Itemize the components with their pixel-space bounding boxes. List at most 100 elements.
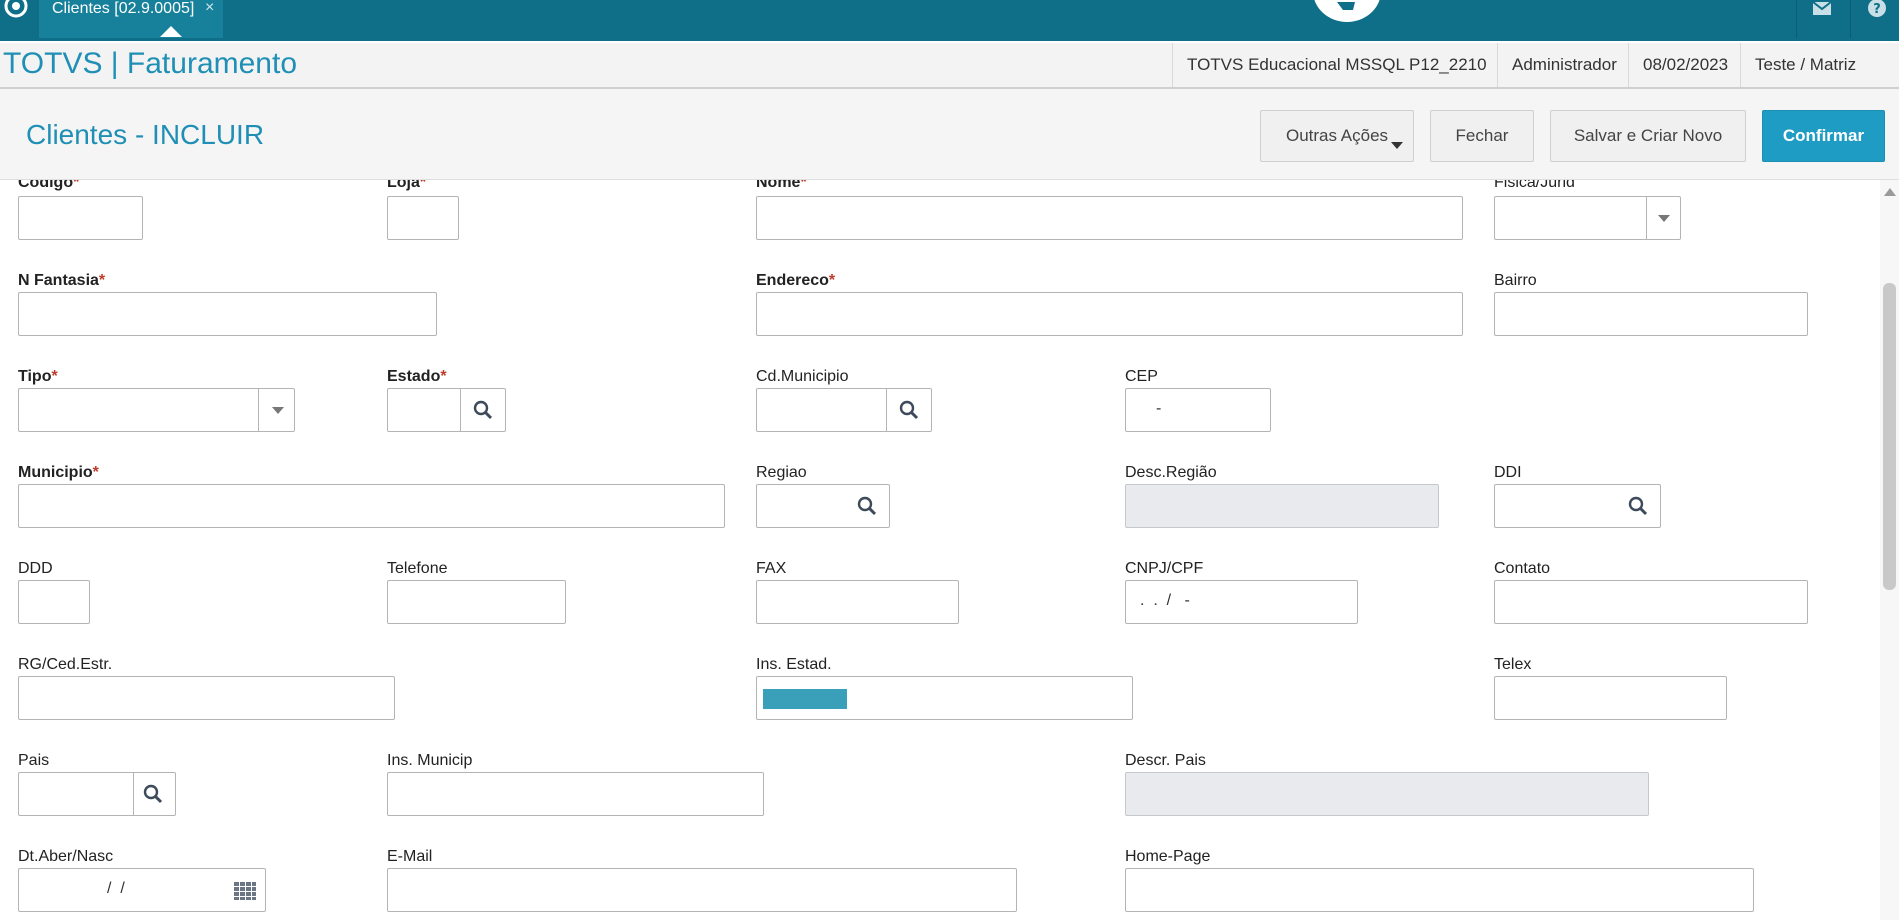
- outras-acoes-button[interactable]: Outras Ações: [1260, 110, 1414, 162]
- center-badge[interactable]: [1313, 0, 1381, 22]
- n-fantasia-label: N Fantasia*: [18, 272, 106, 289]
- salvar-criar-novo-button[interactable]: Salvar e Criar Novo: [1550, 110, 1746, 162]
- ins-municip-input[interactable]: [387, 772, 764, 816]
- descr-pais-field: [1125, 772, 1649, 816]
- endereco-label: Endereco*: [756, 272, 836, 289]
- environment-info: TOTVS Educacional MSSQL P12_2210: [1172, 43, 1501, 87]
- ins-estad-label: Ins. Estad.: [756, 656, 832, 673]
- regiao-input[interactable]: [756, 484, 890, 528]
- cep-input[interactable]: -: [1125, 388, 1271, 432]
- loja-input[interactable]: [387, 196, 459, 240]
- dt-aber-nasc-input[interactable]: / /: [18, 868, 266, 912]
- tipo-select[interactable]: [18, 388, 295, 432]
- date-info: 08/02/2023: [1628, 43, 1742, 87]
- endereco-input[interactable]: [756, 292, 1463, 336]
- bairro-input[interactable]: [1494, 292, 1808, 336]
- mail-button[interactable]: [1796, 0, 1844, 38]
- cep-label: CEP: [1125, 368, 1158, 385]
- estado-label: Estado*: [387, 368, 447, 385]
- home-page-input[interactable]: [1125, 868, 1754, 912]
- close-tab-icon[interactable]: ×: [205, 0, 214, 16]
- cd-municipio-input[interactable]: [756, 388, 932, 432]
- active-tab-indicator: [160, 26, 182, 37]
- search-icon[interactable]: [857, 496, 877, 516]
- branch-info[interactable]: Teste / Matriz: [1740, 43, 1870, 87]
- calendar-icon[interactable]: [233, 881, 257, 901]
- municipio-label: Municipio*: [18, 464, 99, 481]
- cnpj-cpf-label: CNPJ/CPF: [1125, 560, 1204, 577]
- totvs-logo-icon[interactable]: [3, 0, 29, 22]
- codigo-input[interactable]: [18, 196, 143, 240]
- descr-pais-label: Descr. Pais: [1125, 752, 1206, 769]
- desc-regiao-label: Desc.Região: [1125, 464, 1217, 481]
- search-icon: [473, 400, 493, 420]
- client-form: Codigo* Loja* Nome* Fisica/Jurid N Fanta…: [0, 180, 1880, 920]
- estado-lookup-button[interactable]: [460, 389, 505, 431]
- telex-label: Telex: [1494, 656, 1532, 673]
- mail-icon: [1812, 1, 1832, 15]
- telefone-label: Telefone: [387, 560, 448, 577]
- tipo-label: Tipo*: [18, 368, 58, 385]
- loja-label: Loja*: [387, 180, 427, 191]
- email-label: E-Mail: [387, 848, 433, 865]
- search-icon: [143, 784, 163, 804]
- chat-icon: [1337, 2, 1355, 10]
- bairro-label: Bairro: [1494, 272, 1537, 289]
- municipio-input[interactable]: [18, 484, 725, 528]
- fax-input[interactable]: [756, 580, 959, 624]
- scroll-up-icon[interactable]: [1884, 188, 1896, 196]
- dt-mask: / /: [107, 880, 125, 897]
- cep-mask: -: [1156, 400, 1162, 417]
- tipo-dropdown[interactable]: [258, 389, 294, 431]
- ins-estad-input[interactable]: [756, 676, 1133, 720]
- telefone-input[interactable]: [387, 580, 566, 624]
- rg-ced-label: RG/Ced.Estr.: [18, 656, 113, 673]
- title-bar: Clientes - INCLUIR Outras Ações Fechar S…: [0, 89, 1899, 180]
- nome-input[interactable]: [756, 196, 1463, 240]
- search-icon[interactable]: [1628, 496, 1648, 516]
- app-header: TOTVS | Faturamento TOTVS Educacional MS…: [0, 41, 1899, 89]
- cd-municipio-lookup-button[interactable]: [886, 389, 931, 431]
- chevron-down-icon: [272, 407, 284, 414]
- vertical-scrollbar[interactable]: [1880, 180, 1899, 920]
- rg-ced-input[interactable]: [18, 676, 395, 720]
- email-input[interactable]: [387, 868, 1017, 912]
- top-bar: Clientes [02.9.0005] × ?: [0, 0, 1899, 41]
- svg-text:?: ?: [1873, 2, 1881, 17]
- tab-clientes[interactable]: Clientes [02.9.0005] ×: [39, 0, 223, 38]
- confirmar-button[interactable]: Confirmar: [1762, 110, 1885, 162]
- contato-label: Contato: [1494, 560, 1551, 577]
- chevron-down-icon: [1658, 215, 1670, 222]
- scrollbar-thumb[interactable]: [1883, 283, 1896, 590]
- outras-acoes-label: Outras Ações: [1285, 126, 1389, 145]
- fisica-jurid-dropdown[interactable]: [1646, 197, 1680, 239]
- cnpj-cpf-mask: . . / -: [1140, 592, 1190, 609]
- pais-lookup-button[interactable]: [133, 773, 175, 815]
- help-button[interactable]: ?: [1850, 0, 1899, 38]
- nome-label: Nome*: [756, 180, 807, 191]
- chevron-down-icon: [1391, 142, 1403, 149]
- ddd-label: DDD: [18, 560, 53, 577]
- cd-municipio-label: Cd.Municipio: [756, 368, 849, 385]
- ddd-input[interactable]: [18, 580, 90, 624]
- pais-input[interactable]: [18, 772, 176, 816]
- regiao-label: Regiao: [756, 464, 807, 481]
- ddi-input[interactable]: [1494, 484, 1661, 528]
- pais-label: Pais: [18, 752, 50, 769]
- app-title: TOTVS | Faturamento: [3, 47, 298, 80]
- desc-regiao-field: [1125, 484, 1439, 528]
- fisica-jurid-select[interactable]: [1494, 196, 1681, 240]
- codigo-label: Codigo*: [18, 180, 80, 191]
- contato-input[interactable]: [1494, 580, 1808, 624]
- search-icon: [899, 400, 919, 420]
- help-icon: ?: [1868, 0, 1886, 17]
- page-title: Clientes - INCLUIR: [26, 119, 265, 150]
- ins-municip-label: Ins. Municip: [387, 752, 473, 769]
- n-fantasia-input[interactable]: [18, 292, 437, 336]
- dt-aber-nasc-label: Dt.Aber/Nasc: [18, 848, 114, 865]
- estado-input[interactable]: [387, 388, 506, 432]
- telex-input[interactable]: [1494, 676, 1727, 720]
- fechar-button[interactable]: Fechar: [1430, 110, 1534, 162]
- cnpj-cpf-input[interactable]: . . / -: [1125, 580, 1358, 624]
- fisica-jurid-label: Fisica/Jurid: [1494, 180, 1575, 191]
